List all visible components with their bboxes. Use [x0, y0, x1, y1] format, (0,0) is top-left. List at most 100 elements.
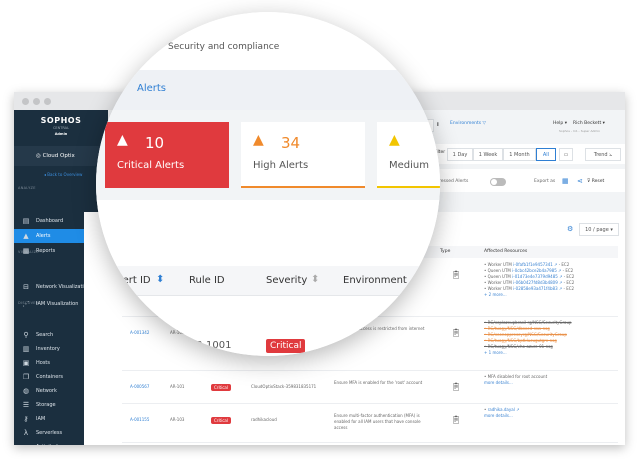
- alerts-icon: ▲: [23, 232, 29, 240]
- rule-id: AR-103: [170, 417, 185, 422]
- resource-name: RG/tuogy/NSG/bptklucugutgre-nsg: [487, 338, 557, 343]
- share-icon[interactable]: ⋖: [577, 177, 583, 185]
- column-type[interactable]: Type: [440, 249, 450, 254]
- storage-icon: ☰: [22, 401, 30, 409]
- sidebar-item-label: Hosts: [36, 360, 50, 366]
- resource-type: - EC2: [562, 280, 575, 285]
- sort-icon[interactable]: ⬍: [156, 274, 164, 285]
- column-affected-resources[interactable]: Affected Resources: [484, 249, 527, 254]
- alert-id-link[interactable]: A-000567: [130, 384, 149, 389]
- column-environment[interactable]: Environment: [343, 275, 407, 286]
- clipboard-icon[interactable]: 📋︎: [451, 328, 461, 337]
- filter-1-week[interactable]: 1 Week: [473, 148, 503, 161]
- critical-label: Critical Alerts: [117, 160, 185, 171]
- sidebar-item-label: Storage: [36, 402, 56, 408]
- column-severity[interactable]: Severity: [266, 275, 307, 286]
- resource-name: RG/tuogy/NSG/dbseed-ssw-nsg: [487, 326, 550, 331]
- clipboard-icon[interactable]: 📋︎: [451, 270, 461, 279]
- network-icon: ◍: [22, 387, 30, 395]
- resource-type: - EC2: [561, 268, 574, 273]
- iam-visualization-icon: ⋰: [22, 300, 30, 308]
- critical-alerts-card[interactable]: ▲ 10 Critical Alerts: [105, 122, 229, 188]
- reports-icon: ▦: [22, 247, 30, 255]
- high-alerts-card[interactable]: ▲ 34 High Alerts: [241, 122, 365, 188]
- affected-resources: • RG/seplazeupbrasil-rg/NSG/SecurityGrou…: [484, 320, 624, 356]
- export-excel-icon[interactable]: ▦: [562, 177, 569, 185]
- sidebar-item-label: IAM: [36, 416, 46, 422]
- window-dot[interactable]: [33, 98, 40, 105]
- inventory-icon: ▥: [22, 345, 30, 353]
- network-visualization-icon: ⊟: [23, 283, 29, 291]
- calendar-icon[interactable]: ▭: [559, 148, 573, 161]
- resource-link[interactable]: i-02858e93a471f4b83 ↗: [513, 286, 562, 291]
- sidebar-item-label: Alerts: [36, 233, 51, 239]
- more-link[interactable]: more details...: [484, 413, 624, 419]
- alert-id-link[interactable]: A-001155: [130, 417, 149, 422]
- back-link[interactable]: ◂ Back to Overview: [44, 172, 82, 177]
- column-rule-id[interactable]: Rule ID: [189, 275, 225, 286]
- resource-name: RG/tuogy/NSG/vho-azure-01-nsg: [487, 344, 553, 349]
- clipboard-icon[interactable]: 📋︎: [451, 415, 461, 424]
- affected-resources: • MFA disabled for root account more deta…: [484, 374, 624, 386]
- user-subtitle: Sophos - Int... Super Admin: [559, 129, 601, 133]
- window-dot[interactable]: [22, 98, 29, 105]
- resource-name: Queen UTM: [487, 268, 513, 273]
- environment-name: CloudOptixStack-359831835171: [251, 384, 317, 389]
- sidebar-item-label: Dashboard: [36, 218, 64, 224]
- breadcrumb-alerts[interactable]: Alerts: [137, 83, 166, 94]
- search-icon: ⚲: [23, 331, 29, 339]
- window-dot[interactable]: [44, 98, 51, 105]
- resource-link[interactable]: radhika.dayal ↗: [488, 407, 520, 412]
- high-count: 34: [281, 134, 301, 152]
- resource-type: - EC2: [562, 274, 575, 279]
- export-label: Export as: [534, 179, 556, 184]
- resource-name: RG/seplazeupbrasil-rg/NSG/SecurityGroup: [487, 320, 572, 325]
- page-size-select[interactable]: 10 / page ▾: [579, 223, 619, 236]
- breadcrumb-separator: /: [118, 84, 122, 95]
- medium-label: Medium: [389, 160, 429, 171]
- product-name: CENTRAL: [52, 126, 70, 130]
- resource-link[interactable]: i-0fafb1f1e9457341 ↗: [513, 262, 557, 267]
- user-menu[interactable]: Rich Beckett ▾: [573, 121, 605, 126]
- resource-link[interactable]: i-0cbc42bce2b4a7985 ↗: [512, 268, 561, 273]
- reset-button[interactable]: ⊽ Reset: [587, 179, 604, 184]
- sidebar-item-label: Containers: [36, 374, 64, 380]
- filter-all[interactable]: All: [536, 148, 556, 161]
- column-settings-icon[interactable]: ⚙: [567, 225, 573, 233]
- resource-link[interactable]: i-01d73e4e7379d9485 ↗: [512, 274, 562, 279]
- rule-id: AR-101: [170, 384, 185, 389]
- resource-link[interactable]: i-06b0427fd8d3b4809 ↗: [513, 280, 562, 285]
- magnifier-lens: Security and compliance / Alerts ▲ 10 Cr…: [96, 12, 440, 356]
- sidebar-item-label: Reports: [36, 248, 56, 254]
- warning-icon: ▲: [389, 132, 400, 148]
- workspace-label: Cloud Optix: [42, 153, 75, 159]
- environments-dropdown[interactable]: Environments ▽: [450, 121, 486, 126]
- more-link[interactable]: + 2 more...: [484, 292, 624, 298]
- affected-resources: • radhika.dayal ↗ more details...: [484, 407, 624, 419]
- help-menu[interactable]: Help ▾: [553, 121, 567, 126]
- trend-button[interactable]: Trend ⦣: [585, 148, 621, 161]
- suppressed-toggle[interactable]: [490, 178, 506, 186]
- rule-id: AR-1001: [189, 340, 232, 351]
- sort-icon[interactable]: ⬍: [311, 274, 319, 285]
- filter-1-day[interactable]: 1 Day: [447, 148, 473, 161]
- section-analyze: ANALYZE: [18, 186, 36, 190]
- more-link[interactable]: more details...: [484, 380, 624, 386]
- resource-name: RG/seonoppreseyrg/NSG/SecurityGroup: [487, 332, 567, 337]
- sidebar-item-label: Network: [36, 388, 57, 394]
- column-alert-id[interactable]: Alert ID: [113, 275, 151, 286]
- filter-1-month[interactable]: 1 Month: [503, 148, 536, 161]
- brand-logo: SOPHOS: [40, 116, 82, 125]
- sidebar-item-label: IAM Visualization: [36, 301, 79, 307]
- page-subtitle: Security and compliance: [168, 42, 280, 52]
- serverless-icon: λ: [23, 429, 29, 437]
- workspace-selector[interactable]: ◎ Cloud Optix: [14, 146, 108, 166]
- critical-count: 10: [145, 134, 165, 152]
- more-link[interactable]: + 1 more...: [484, 350, 624, 356]
- resource-name: MFA disabled for root account: [487, 374, 548, 379]
- alert-description: Ensure MFA is enabled for the 'root' acc…: [334, 380, 423, 385]
- affected-resources: • Worker UTM i-0fafb1f1e9457341 ↗ - EC2 •…: [484, 262, 624, 298]
- resource-name: Worker UTM: [487, 280, 514, 285]
- medium-alerts-card[interactable]: ▲ Medium: [377, 122, 440, 188]
- clipboard-icon[interactable]: 📋︎: [451, 382, 461, 391]
